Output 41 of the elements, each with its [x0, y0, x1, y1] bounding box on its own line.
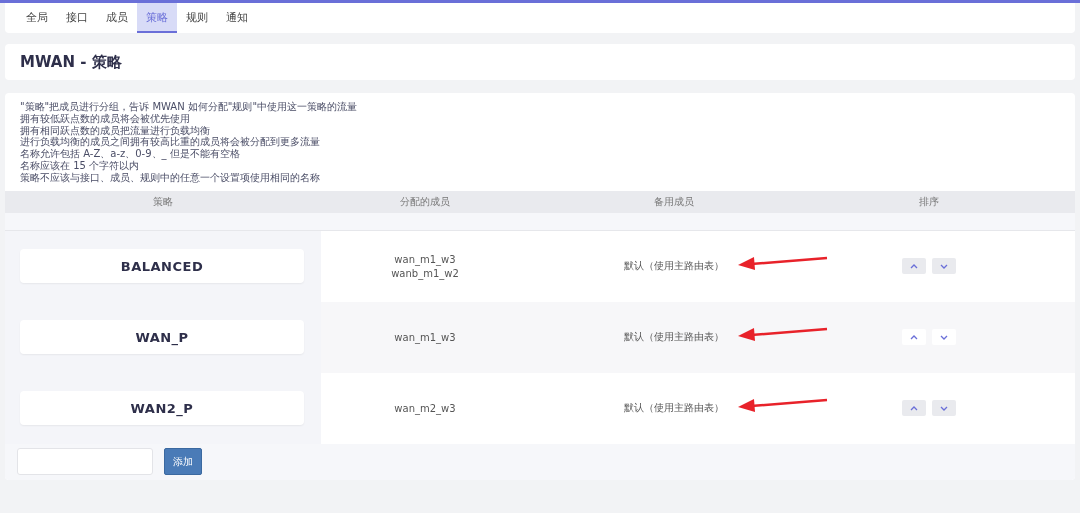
policy-name-card: WAN_P — [20, 320, 304, 355]
chevron-down-icon — [940, 405, 948, 411]
chevron-down-icon — [940, 263, 948, 269]
tab[interactable]: 规则 — [177, 3, 217, 33]
description-line: 拥有较低跃点数的成员将会被优先使用 — [20, 112, 191, 125]
move-up-button[interactable] — [902, 329, 926, 346]
member-name: wan_m2_w3 — [394, 402, 456, 414]
chevron-up-icon — [910, 334, 918, 340]
tab[interactable]: 成员 — [97, 3, 137, 33]
policy-name-field[interactable] — [17, 448, 153, 476]
member-name: wan_m1_w3 — [394, 253, 456, 265]
backup-member: 默认（使用主路由表） — [624, 331, 724, 343]
column-header: 备用成员 — [653, 194, 695, 209]
tab[interactable]: 通知 — [217, 3, 257, 33]
chevron-down-icon — [940, 334, 948, 340]
column-header: 排序 — [918, 194, 940, 209]
column-header: 分配的成员 — [399, 194, 451, 209]
tab[interactable]: 接口 — [57, 3, 97, 33]
policy-name-card: BALANCED — [20, 249, 304, 284]
member-name: wanb_m1_w2 — [391, 267, 459, 279]
backup-member: 默认（使用主路由表） — [624, 260, 724, 272]
description-line: 名称应该在 15 个字符以内 — [20, 160, 141, 172]
chevron-up-icon — [910, 263, 918, 269]
move-up-button[interactable] — [902, 258, 926, 275]
add-button[interactable]: 添加 — [164, 448, 202, 476]
tab[interactable]: 全局 — [17, 3, 57, 33]
column-header: 策略 — [152, 194, 174, 209]
description-line: 进行负载均衡的成员之间拥有较高比重的成员将会被分配到更多流量 — [20, 136, 321, 148]
description-line: "策略"把成员进行分组，告诉 MWAN 如何分配"规则"中使用这一策略的流量 — [20, 101, 359, 113]
chevron-up-icon — [910, 405, 918, 411]
move-up-button[interactable] — [902, 400, 926, 417]
move-down-button[interactable] — [932, 329, 956, 346]
backup-member: 默认（使用主路由表） — [624, 402, 724, 414]
description-line: 策略不应该与接口、成员、规则中的任意一个设置项使用相同的名称 — [20, 171, 321, 184]
member-name: wan_m1_w3 — [394, 331, 456, 343]
page-title: MWAN - 策略 — [20, 52, 122, 72]
description-line: 名称允许包括 A-Z、a-z、0-9、_ 但是不能有空格 — [20, 148, 241, 160]
description-line: 拥有相同跃点数的成员把流量进行负载均衡 — [20, 124, 211, 137]
policy-name-card: WAN2_P — [20, 391, 304, 426]
move-down-button[interactable] — [932, 258, 956, 275]
move-down-button[interactable] — [932, 400, 956, 417]
